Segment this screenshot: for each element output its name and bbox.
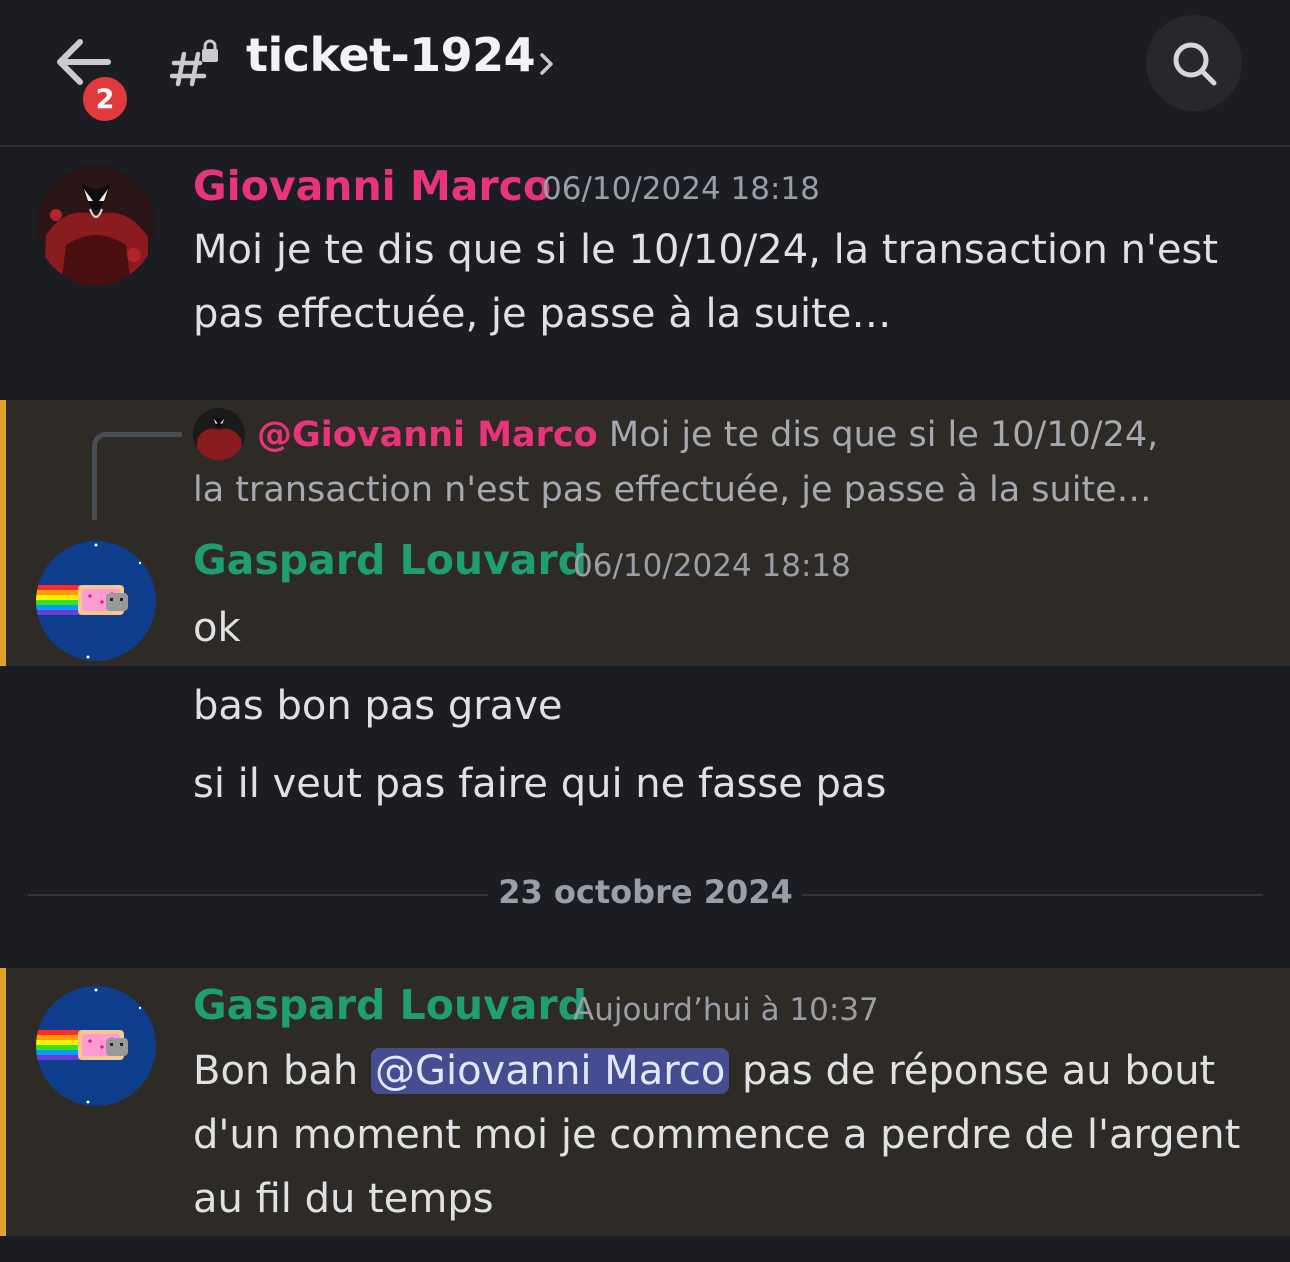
author-name[interactable]: Gaspard Louvard <box>193 536 587 584</box>
search-icon <box>1173 42 1217 86</box>
channel-header: 2 ticket-1924 <box>0 0 1290 147</box>
date-divider-label: 23 octobre 2024 <box>498 873 793 911</box>
user-mention[interactable]: @Giovanni Marco <box>370 1048 730 1094</box>
message-item-highlighted[interactable]: Gaspard Louvard Aujourd’hui à 10:37 Bon … <box>0 968 1290 1236</box>
message-text-part: Bon bah <box>193 1048 359 1094</box>
author-name[interactable]: Gaspard Louvard <box>193 981 587 1029</box>
avatar[interactable] <box>36 165 156 285</box>
reply-preview[interactable]: @Giovanni Marco Moi je te dis que si le … <box>193 408 1193 518</box>
avatar[interactable] <box>36 541 156 661</box>
venom-avatar-image <box>36 165 156 285</box>
message-text: ok <box>193 605 241 651</box>
nyan-cat-avatar-image <box>36 986 156 1106</box>
date-divider: 23 octobre 2024 <box>28 865 1263 925</box>
reply-connector <box>92 432 182 520</box>
message-text: bas bon pas grave <box>193 683 563 729</box>
chat-app: 2 ticket-1924 Giovanni Marco 06/10/2024 … <box>0 0 1290 1262</box>
avatar[interactable] <box>36 986 156 1106</box>
message-item-highlighted[interactable]: @Giovanni Marco Moi je te dis que si le … <box>0 400 1290 666</box>
author-name[interactable]: Giovanni Marco <box>193 162 551 210</box>
private-channel-icon <box>170 39 218 87</box>
unread-badge: 2 <box>80 74 130 124</box>
timestamp: Aujourd’hui à 10:37 <box>573 992 879 1028</box>
message-text: si il veut pas faire qui ne fasse pas <box>193 761 887 807</box>
reply-author[interactable]: @Giovanni Marco <box>257 415 598 455</box>
search-button[interactable] <box>1146 15 1242 111</box>
timestamp: 06/10/2024 18:18 <box>542 171 820 207</box>
message-text: Bon bah @Giovanni Marco pas de réponse a… <box>193 1039 1253 1231</box>
nyan-cat-avatar-image <box>36 541 156 661</box>
chevron-right-icon[interactable] <box>536 44 558 84</box>
channel-title[interactable]: ticket-1924 <box>246 28 536 82</box>
message-item[interactable]: Giovanni Marco 06/10/2024 18:18 Moi je t… <box>0 150 1290 400</box>
message-text: Moi je te dis que si le 10/10/24, la tra… <box>193 227 1219 337</box>
timestamp: 06/10/2024 18:18 <box>573 548 851 584</box>
